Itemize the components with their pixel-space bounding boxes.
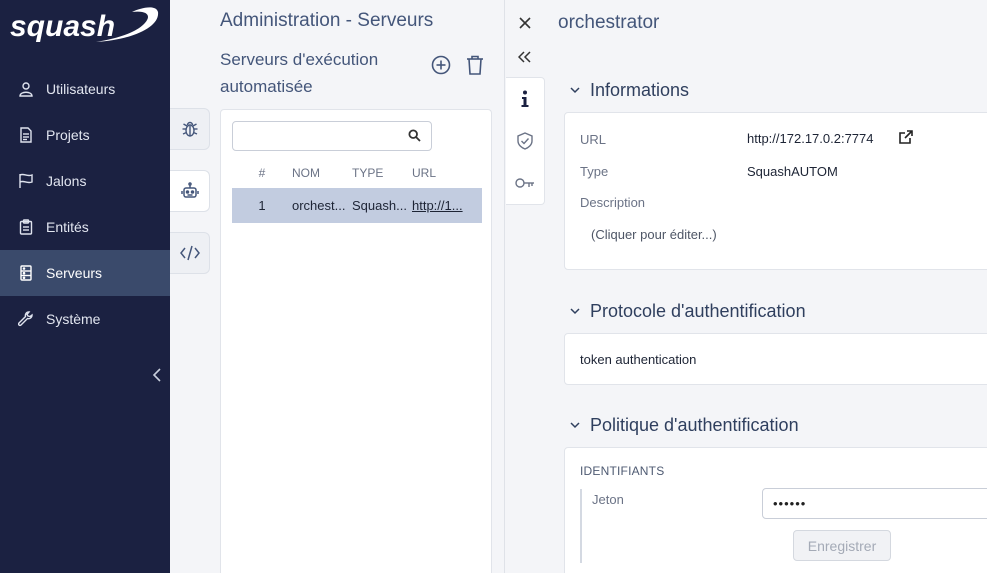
close-icon: [519, 17, 531, 29]
wrench-icon: [17, 310, 35, 328]
close-button[interactable]: [514, 12, 536, 34]
delete-server-button[interactable]: [464, 54, 486, 76]
panel-divider: [504, 0, 505, 573]
sidebar-item-utilisateurs[interactable]: Utilisateurs: [0, 66, 170, 112]
robot-icon: [180, 182, 199, 198]
protocol-value: token authentication: [580, 352, 697, 367]
section-title: Informations: [590, 80, 690, 100]
sidebar-item-systeme[interactable]: Système: [0, 296, 170, 342]
table-row[interactable]: 1 orchest... Squash... http://1...: [232, 188, 482, 223]
sidebar-nav: Utilisateurs Projets Jalons Entités Serv…: [0, 66, 170, 342]
column-header-url[interactable]: URL: [412, 162, 482, 184]
shield-check-icon: [517, 132, 533, 150]
collapse-detail-button[interactable]: [514, 46, 536, 68]
type-label: Type: [580, 164, 609, 179]
row-number: 1: [258, 198, 266, 213]
section-title: Politique d'authentification: [590, 415, 799, 435]
token-field[interactable]: ••••••: [762, 488, 987, 519]
token-label: Jeton: [592, 492, 624, 507]
tab-scm[interactable]: [170, 232, 210, 274]
user-icon: [17, 80, 35, 98]
flag-icon: [17, 172, 35, 190]
section-title: Serveurs d'exécution automatisée: [220, 50, 379, 96]
document-icon: [17, 126, 35, 144]
type-value: SquashAUTOM: [747, 164, 838, 179]
squash-logo[interactable]: squash: [10, 6, 162, 48]
chevron-down-icon: [570, 87, 584, 94]
tab-permissions[interactable]: [506, 120, 544, 162]
bug-icon: [182, 121, 197, 137]
sidebar-item-label: Serveurs: [46, 265, 103, 281]
sidebar-item-jalons[interactable]: Jalons: [0, 158, 170, 204]
double-chevron-left-icon: [518, 51, 531, 63]
code-icon: [179, 245, 200, 261]
server-grid-panel: # NOM TYPE URL 1 orchest... Squash... ht…: [220, 109, 492, 573]
column-header-number[interactable]: #: [232, 162, 292, 184]
credentials-rule: [580, 489, 582, 563]
tab-information[interactable]: [506, 78, 544, 120]
svg-text:squash: squash: [10, 10, 115, 43]
search-box: [232, 121, 432, 151]
search-icon[interactable]: [408, 129, 421, 147]
tab-credentials[interactable]: [506, 162, 544, 204]
column-header-name[interactable]: NOM: [292, 162, 352, 184]
sidebar-item-serveurs[interactable]: Serveurs: [0, 250, 170, 296]
section-title: Protocole d'authentification: [590, 301, 806, 321]
row-type: Squash...: [352, 198, 407, 213]
url-label: URL: [580, 132, 607, 147]
sidebar-item-label: Entités: [46, 219, 89, 235]
chevron-down-icon: [570, 422, 584, 429]
detail-title: orchestrator: [558, 12, 660, 33]
section-policy-header[interactable]: Politique d'authentification: [570, 415, 799, 436]
sidebar: squash Utilisateurs Projets Jalons Entit…: [0, 0, 170, 573]
row-url-link[interactable]: http://1...: [412, 198, 463, 213]
tab-bugtracker[interactable]: [170, 108, 210, 150]
server-type-tabs: [170, 108, 210, 294]
server-icon: [17, 264, 35, 282]
clipboard-icon: [17, 218, 35, 236]
chevron-down-icon: [570, 308, 584, 315]
section-informations-header[interactable]: Informations: [570, 80, 689, 101]
sidebar-item-entites[interactable]: Entités: [0, 204, 170, 250]
key-icon: [515, 178, 534, 188]
plus-circle-icon: [431, 55, 451, 75]
page-title: Administration - Serveurs: [220, 10, 434, 31]
sidebar-item-label: Système: [46, 311, 101, 327]
search-input[interactable]: [233, 122, 403, 150]
save-button[interactable]: Enregistrer: [793, 530, 891, 561]
protocol-card: token authentication: [564, 333, 987, 385]
description-editable[interactable]: (Cliquer pour éditer...): [591, 227, 717, 242]
sidebar-item-label: Projets: [46, 127, 90, 143]
detail-tabs: [506, 77, 545, 205]
chevron-left-icon: [152, 368, 161, 382]
tab-automation[interactable]: [170, 170, 210, 212]
sidebar-item-label: Utilisateurs: [46, 81, 116, 97]
grid-actions: [430, 54, 486, 76]
info-icon: [521, 90, 529, 107]
table-header: # NOM TYPE URL: [232, 162, 482, 184]
column-header-type[interactable]: TYPE: [352, 162, 412, 184]
row-name: orchest...: [292, 198, 346, 213]
trash-icon: [467, 55, 483, 75]
sidebar-item-label: Jalons: [46, 173, 87, 189]
add-server-button[interactable]: [430, 54, 452, 76]
url-value: http://172.17.0.2:7774: [747, 131, 874, 146]
description-label: Description: [580, 195, 646, 210]
informations-card: URL http://172.17.0.2:7774 Type SquashAU…: [564, 112, 987, 270]
sidebar-item-projets[interactable]: Projets: [0, 112, 170, 158]
sidebar-collapse-button[interactable]: [148, 364, 166, 386]
external-link-icon[interactable]: [899, 130, 913, 149]
section-protocol-header[interactable]: Protocole d'authentification: [570, 301, 806, 322]
credentials-caption: IDENTIFIANTS: [580, 464, 665, 478]
